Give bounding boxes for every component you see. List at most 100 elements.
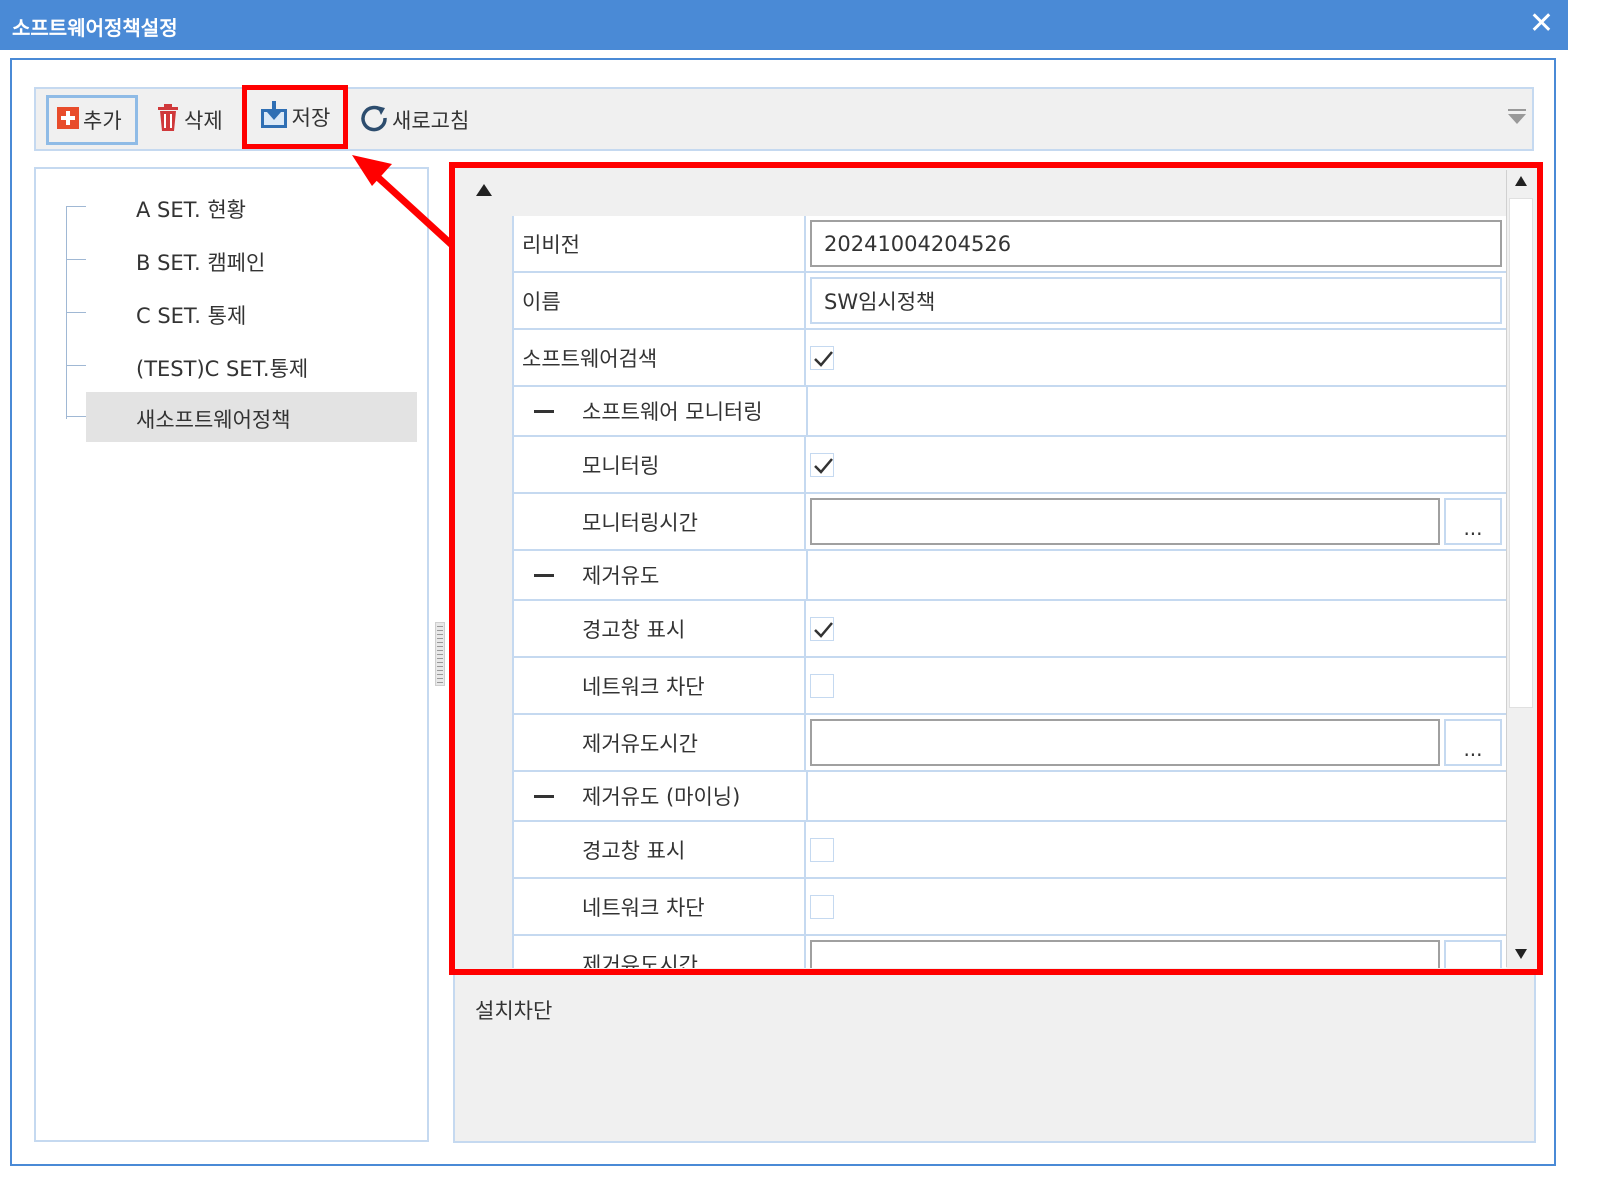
- software-search-checkbox[interactable]: [810, 345, 834, 370]
- property-row: 모니터링시간 ...: [512, 494, 1506, 551]
- category-value-cell: [806, 772, 1506, 820]
- tree-item[interactable]: C SET. 통제: [66, 288, 421, 338]
- property-value-cell: ...: [806, 494, 1506, 549]
- property-row: 네트워크 차단: [512, 658, 1506, 715]
- category-name-cell: 제거유도: [512, 551, 806, 599]
- name-value: SW임시정책: [824, 289, 936, 314]
- property-value-cell: SW임시정책: [806, 273, 1506, 328]
- tree-item[interactable]: A SET. 현황: [66, 182, 421, 232]
- description-panel: 설치차단: [453, 975, 1536, 1143]
- refresh-icon: [360, 104, 388, 137]
- tree-branch-line: [66, 416, 86, 417]
- removal-time-ellipsis-button[interactable]: ...: [1444, 719, 1502, 766]
- tree-item-label: B SET. 캠페인: [136, 251, 266, 275]
- property-row: 소프트웨어검색: [512, 330, 1506, 387]
- property-row: 제거유도시간 ...: [512, 715, 1506, 772]
- tree-branch-line: [66, 259, 86, 260]
- category-name-cell: 소프트웨어 모니터링: [512, 387, 806, 435]
- property-name-cell: 리비전: [512, 216, 806, 271]
- panel-splitter[interactable]: [435, 622, 445, 686]
- property-row: 경고창 표시: [512, 601, 1506, 658]
- property-name-cell: 이름: [512, 273, 806, 328]
- tree-branch-line: [66, 206, 86, 207]
- property-name-cell: 제거유도시간: [512, 715, 806, 770]
- checkmark-icon: [814, 621, 833, 638]
- scroll-up-arrow-icon[interactable]: [1515, 176, 1527, 186]
- network-block-checkbox[interactable]: [810, 673, 834, 698]
- property-label: 소프트웨어검색: [522, 346, 658, 371]
- save-button[interactable]: 저장: [242, 85, 348, 149]
- collapse-triangle-icon[interactable]: [476, 184, 492, 196]
- property-value-cell: [806, 658, 1506, 713]
- collapse-minus-icon[interactable]: [534, 410, 554, 413]
- tree-branch-line: [66, 365, 86, 366]
- window-title: 소프트웨어정책설정: [12, 16, 178, 40]
- refresh-button[interactable]: 새로고침: [360, 95, 469, 145]
- property-row: 네트워크 차단: [512, 879, 1506, 936]
- property-row: 이름 SW임시정책: [512, 273, 1506, 330]
- removal-time-field[interactable]: [810, 719, 1440, 766]
- category-value-cell: [806, 551, 1506, 599]
- save-download-icon: [260, 100, 288, 134]
- monitoring-checkbox[interactable]: [810, 452, 834, 477]
- property-category-row[interactable]: 소프트웨어 모니터링: [512, 387, 1506, 437]
- add-button-label: 추가: [83, 109, 122, 133]
- filter-dropdown-icon[interactable]: [1508, 109, 1526, 129]
- checkmark-icon: [814, 457, 833, 474]
- category-value-cell: [806, 387, 1506, 435]
- category-name-cell: 제거유도 (마이닝): [512, 772, 806, 820]
- property-row: 리비전 20241004204526: [512, 216, 1506, 273]
- property-label: 네트워크 차단: [582, 674, 705, 699]
- scroll-down-arrow-icon[interactable]: [1515, 949, 1527, 959]
- category-label: 제거유도: [582, 564, 660, 588]
- refresh-button-label: 새로고침: [392, 109, 470, 133]
- delete-button[interactable]: 삭제: [156, 95, 223, 145]
- property-value-cell: [806, 879, 1506, 934]
- name-field[interactable]: SW임시정책: [810, 277, 1502, 324]
- property-name-cell: 모니터링시간: [512, 494, 806, 549]
- tree-item[interactable]: B SET. 캠페인: [66, 235, 421, 285]
- property-name-cell: 소프트웨어검색: [512, 330, 806, 385]
- monitoring-time-ellipsis-button[interactable]: ...: [1444, 498, 1502, 545]
- mining-removal-time-field[interactable]: [810, 940, 1440, 968]
- property-value-cell: [806, 601, 1506, 656]
- property-category-row[interactable]: 제거유도: [512, 551, 1506, 601]
- category-label: 소프트웨어 모니터링: [582, 400, 763, 424]
- property-category-row[interactable]: 제거유도 (마이닝): [512, 772, 1506, 822]
- close-icon[interactable]: ✕: [1529, 8, 1554, 40]
- property-name-cell: 네트워크 차단: [512, 879, 806, 934]
- property-value-cell: ...: [806, 715, 1506, 770]
- toolbar: 추가 삭제 저장 새로고침: [34, 85, 1534, 151]
- revision-value: 20241004204526: [824, 231, 1012, 256]
- property-label: 경고창 표시: [582, 617, 686, 642]
- revision-field[interactable]: 20241004204526: [810, 220, 1502, 267]
- property-name-cell: 네트워크 차단: [512, 658, 806, 713]
- tree-item[interactable]: (TEST)C SET.통제: [66, 341, 421, 391]
- property-value-cell: [806, 437, 1506, 492]
- mining-warning-popup-checkbox[interactable]: [810, 837, 834, 862]
- property-label: 제거유도시간: [582, 731, 698, 756]
- checkmark-icon: [814, 350, 833, 367]
- plus-icon: [57, 106, 79, 134]
- property-label: 이름: [522, 289, 561, 314]
- property-name-cell: 모니터링: [512, 437, 806, 492]
- property-row: 제거유도시간 ...: [512, 936, 1506, 968]
- property-value-cell: [806, 330, 1506, 385]
- mining-removal-time-ellipsis-button[interactable]: ...: [1444, 940, 1502, 968]
- warning-popup-checkbox[interactable]: [810, 616, 834, 641]
- property-label: 모니터링: [582, 453, 660, 478]
- add-button[interactable]: 추가: [46, 95, 138, 145]
- collapse-minus-icon[interactable]: [534, 574, 554, 577]
- scrollbar-thumb[interactable]: [1509, 198, 1533, 708]
- property-name-cell: 제거유도시간: [512, 936, 806, 968]
- property-value-cell: 20241004204526: [806, 216, 1506, 271]
- property-label: 네트워크 차단: [582, 895, 705, 920]
- category-label: 제거유도 (마이닝): [582, 785, 741, 809]
- mining-network-block-checkbox[interactable]: [810, 894, 834, 919]
- monitoring-time-field[interactable]: [810, 498, 1440, 545]
- tree-item-selected[interactable]: 새소프트웨어정책: [66, 392, 421, 442]
- description-title: 설치차단: [475, 999, 553, 1023]
- tree-item-label: A SET. 현황: [136, 198, 246, 222]
- collapse-minus-icon[interactable]: [534, 795, 554, 798]
- property-grid-scrollbar[interactable]: [1506, 170, 1536, 967]
